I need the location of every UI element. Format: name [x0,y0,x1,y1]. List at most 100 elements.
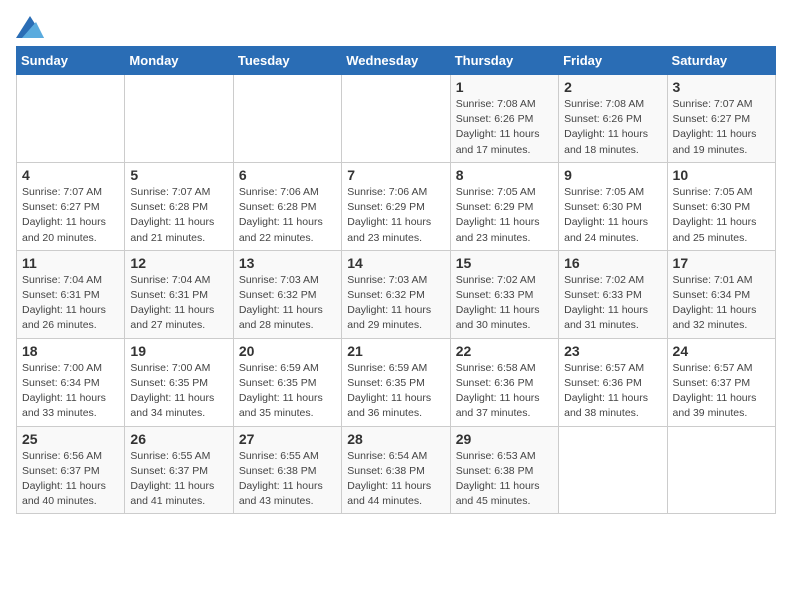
calendar-cell: 27 Sunrise: 6:55 AMSunset: 6:38 PMDayligh… [233,426,341,514]
header-cell-monday: Monday [125,47,233,75]
header-cell-friday: Friday [559,47,667,75]
day-info: Sunrise: 6:56 AMSunset: 6:37 PMDaylight:… [22,449,119,510]
day-info: Sunrise: 7:05 AMSunset: 6:30 PMDaylight:… [673,185,770,246]
day-number: 8 [456,167,553,183]
week-row-1: 1 Sunrise: 7:08 AMSunset: 6:26 PMDaylight… [17,75,776,163]
calendar-cell: 9 Sunrise: 7:05 AMSunset: 6:30 PMDaylight… [559,162,667,250]
day-info: Sunrise: 6:59 AMSunset: 6:35 PMDaylight:… [239,361,336,422]
day-info: Sunrise: 7:06 AMSunset: 6:29 PMDaylight:… [347,185,444,246]
calendar-cell: 14 Sunrise: 7:03 AMSunset: 6:32 PMDayligh… [342,250,450,338]
calendar-cell [17,75,125,163]
week-row-2: 4Sunrise: 7:07 AMSunset: 6:27 PMDaylight… [17,162,776,250]
calendar-cell: 2 Sunrise: 7:08 AMSunset: 6:26 PMDaylight… [559,75,667,163]
calendar-cell [125,75,233,163]
day-info: Sunrise: 6:53 AMSunset: 6:38 PMDaylight:… [456,449,553,510]
logo-icon [16,16,44,38]
day-number: 10 [673,167,770,183]
day-info: Sunrise: 7:03 AMSunset: 6:32 PMDaylight:… [239,273,336,334]
calendar-cell: 15 Sunrise: 7:02 AMSunset: 6:33 PMDayligh… [450,250,558,338]
day-number: 9 [564,167,661,183]
calendar-cell [342,75,450,163]
calendar-cell: 4Sunrise: 7:07 AMSunset: 6:27 PMDaylight… [17,162,125,250]
calendar-cell: 8 Sunrise: 7:05 AMSunset: 6:29 PMDaylight… [450,162,558,250]
day-info: Sunrise: 7:05 AMSunset: 6:29 PMDaylight:… [456,185,553,246]
day-number: 21 [347,343,444,359]
week-row-4: 18 Sunrise: 7:00 AMSunset: 6:34 PMDayligh… [17,338,776,426]
calendar-cell: 11 Sunrise: 7:04 AMSunset: 6:31 PMDayligh… [17,250,125,338]
calendar-cell: 29 Sunrise: 6:53 AMSunset: 6:38 PMDayligh… [450,426,558,514]
calendar-cell: 7 Sunrise: 7:06 AMSunset: 6:29 PMDaylight… [342,162,450,250]
calendar-cell: 18 Sunrise: 7:00 AMSunset: 6:34 PMDayligh… [17,338,125,426]
calendar-cell: 1Sunrise: 7:08 AMSunset: 6:26 PMDaylight… [450,75,558,163]
day-number: 22 [456,343,553,359]
calendar-cell: 6Sunrise: 7:06 AMSunset: 6:28 PMDaylight… [233,162,341,250]
day-info: Sunrise: 6:54 AMSunset: 6:38 PMDaylight:… [347,449,444,510]
day-info: Sunrise: 7:02 AMSunset: 6:33 PMDaylight:… [456,273,553,334]
calendar-cell [233,75,341,163]
day-number: 27 [239,431,336,447]
day-info: Sunrise: 7:05 AMSunset: 6:30 PMDaylight:… [564,185,661,246]
calendar-cell: 25 Sunrise: 6:56 AMSunset: 6:37 PMDayligh… [17,426,125,514]
calendar-cell: 16Sunrise: 7:02 AMSunset: 6:33 PMDayligh… [559,250,667,338]
day-number: 26 [130,431,227,447]
calendar-cell [667,426,775,514]
day-number: 7 [347,167,444,183]
day-number: 20 [239,343,336,359]
calendar-cell: 17Sunrise: 7:01 AMSunset: 6:34 PMDayligh… [667,250,775,338]
header-cell-tuesday: Tuesday [233,47,341,75]
calendar-cell [559,426,667,514]
day-info: Sunrise: 7:07 AMSunset: 6:27 PMDaylight:… [673,97,770,158]
day-info: Sunrise: 7:01 AMSunset: 6:34 PMDaylight:… [673,273,770,334]
day-number: 13 [239,255,336,271]
calendar-cell: 5 Sunrise: 7:07 AMSunset: 6:28 PMDaylight… [125,162,233,250]
day-number: 28 [347,431,444,447]
day-number: 1 [456,79,553,95]
day-info: Sunrise: 6:57 AMSunset: 6:37 PMDaylight:… [673,361,770,422]
day-number: 29 [456,431,553,447]
day-info: Sunrise: 6:57 AMSunset: 6:36 PMDaylight:… [564,361,661,422]
day-number: 11 [22,255,119,271]
day-number: 23 [564,343,661,359]
calendar-cell: 19 Sunrise: 7:00 AMSunset: 6:35 PMDayligh… [125,338,233,426]
logo [16,16,48,38]
day-info: Sunrise: 7:03 AMSunset: 6:32 PMDaylight:… [347,273,444,334]
day-number: 6 [239,167,336,183]
day-number: 12 [130,255,227,271]
header-cell-saturday: Saturday [667,47,775,75]
calendar-body: 1 Sunrise: 7:08 AMSunset: 6:26 PMDaylight… [17,75,776,514]
calendar-cell: 20 Sunrise: 6:59 AMSunset: 6:35 PMDayligh… [233,338,341,426]
day-number: 18 [22,343,119,359]
calendar-cell: 26 Sunrise: 6:55 AMSunset: 6:37 PMDayligh… [125,426,233,514]
calendar-cell: 10 Sunrise: 7:05 AMSunset: 6:30 PMDayligh… [667,162,775,250]
calendar-cell: 13 Sunrise: 7:03 AMSunset: 6:32 PMDayligh… [233,250,341,338]
day-number: 3 [673,79,770,95]
day-info: Sunrise: 7:08 AMSunset: 6:26 PMDaylight:… [564,97,661,158]
day-info: Sunrise: 7:07 AMSunset: 6:28 PMDaylight:… [130,185,227,246]
day-number: 5 [130,167,227,183]
calendar-cell: 24Sunrise: 6:57 AMSunset: 6:37 PMDayligh… [667,338,775,426]
day-info: Sunrise: 6:55 AMSunset: 6:37 PMDaylight:… [130,449,227,510]
day-info: Sunrise: 6:55 AMSunset: 6:38 PMDaylight:… [239,449,336,510]
calendar-cell: 28 Sunrise: 6:54 AMSunset: 6:38 PMDayligh… [342,426,450,514]
day-number: 15 [456,255,553,271]
week-row-5: 25 Sunrise: 6:56 AMSunset: 6:37 PMDayligh… [17,426,776,514]
day-info: Sunrise: 7:07 AMSunset: 6:27 PMDaylight:… [22,185,119,246]
header-cell-sunday: Sunday [17,47,125,75]
calendar-cell: 21Sunrise: 6:59 AMSunset: 6:35 PMDayligh… [342,338,450,426]
calendar-cell: 22 Sunrise: 6:58 AMSunset: 6:36 PMDayligh… [450,338,558,426]
day-info: Sunrise: 7:04 AMSunset: 6:31 PMDaylight:… [130,273,227,334]
calendar-header-row: SundayMondayTuesdayWednesdayThursdayFrid… [17,47,776,75]
day-info: Sunrise: 7:00 AMSunset: 6:34 PMDaylight:… [22,361,119,422]
calendar-table: SundayMondayTuesdayWednesdayThursdayFrid… [16,46,776,514]
day-number: 14 [347,255,444,271]
day-number: 25 [22,431,119,447]
header-cell-wednesday: Wednesday [342,47,450,75]
day-info: Sunrise: 7:00 AMSunset: 6:35 PMDaylight:… [130,361,227,422]
day-info: Sunrise: 7:04 AMSunset: 6:31 PMDaylight:… [22,273,119,334]
calendar-cell: 12 Sunrise: 7:04 AMSunset: 6:31 PMDayligh… [125,250,233,338]
day-number: 2 [564,79,661,95]
header-cell-thursday: Thursday [450,47,558,75]
day-number: 19 [130,343,227,359]
day-number: 16 [564,255,661,271]
day-info: Sunrise: 6:58 AMSunset: 6:36 PMDaylight:… [456,361,553,422]
